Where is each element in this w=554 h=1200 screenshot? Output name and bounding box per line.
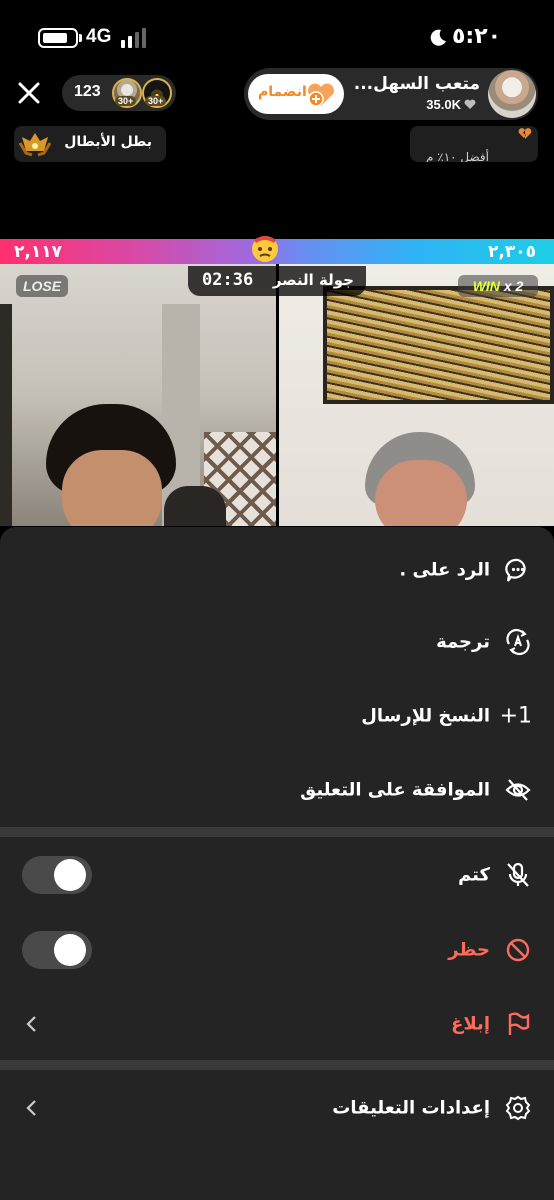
battle-emoji-icon — [252, 236, 278, 262]
network-type: 4G — [86, 26, 112, 47]
win-label: WIN x 2 — [458, 275, 538, 297]
viewer-level-badge: 30+ — [145, 96, 167, 106]
translate-icon — [504, 628, 532, 656]
score-left: ٢,١١٧ — [14, 242, 62, 262]
host-name: متعب السهل... — [353, 74, 480, 94]
champion-badge[interactable]: بطل الأبطال — [14, 126, 166, 162]
report-option[interactable]: إبلاغ — [0, 992, 554, 1056]
mic-off-icon — [504, 861, 532, 889]
viewer-count: 123 — [74, 83, 101, 100]
battery-icon — [38, 28, 78, 48]
block-toggle[interactable] — [22, 931, 92, 969]
battle-timer: 02:36 جولة النصر — [188, 266, 366, 296]
viewer-level-badge: 30+ — [115, 96, 137, 106]
clock: ٥:٢٠ — [452, 24, 502, 49]
lose-label: LOSE — [16, 275, 68, 297]
block-icon — [504, 936, 532, 964]
status-bar: 4G ٥:٢٠ — [0, 0, 554, 70]
chat-bubble-icon — [504, 556, 532, 584]
viewer-count-pill[interactable]: 123 30+ 30+ — [62, 75, 176, 111]
join-button[interactable]: انضمام — [248, 74, 344, 114]
host-avatar[interactable] — [488, 70, 536, 118]
mute-option[interactable]: كتم — [0, 843, 554, 907]
host-likes: 35.0K — [426, 97, 476, 112]
block-option[interactable]: حظر — [0, 918, 554, 982]
score-right: ٢,٣٠٥ — [488, 242, 536, 262]
mute-toggle[interactable] — [22, 856, 92, 894]
reply-option[interactable]: الرد على . — [0, 538, 554, 602]
comment-actions-sheet: الرد على . ترجمة +1 النسخ للإرسال المواف… — [0, 527, 554, 1200]
signal-icon — [121, 28, 151, 48]
heart-icon — [464, 99, 476, 109]
heart-plus-icon — [308, 83, 334, 107]
battle-video-right[interactable] — [279, 264, 554, 526]
broken-heart-icon — [518, 128, 532, 139]
battle-video-left[interactable] — [0, 264, 276, 526]
rank-badge[interactable]: أفضل ١٠٪ م — [410, 126, 538, 162]
approve-comment-option[interactable]: الموافقة على التعليق — [0, 758, 554, 822]
flag-icon — [504, 1010, 532, 1038]
plus-one-icon: +1 — [499, 703, 532, 729]
trophy-wings-icon — [18, 133, 52, 157]
moon-icon — [430, 29, 446, 46]
chevron-left-icon — [26, 1100, 36, 1116]
gear-icon — [504, 1094, 532, 1122]
host-info[interactable]: متعب السهل... 35.0K انضمام — [244, 68, 538, 120]
copy-send-option[interactable]: +1 النسخ للإرسال — [0, 684, 554, 748]
close-icon[interactable] — [14, 78, 44, 108]
translate-option[interactable]: ترجمة — [0, 610, 554, 674]
eye-off-icon — [504, 776, 532, 804]
chevron-left-icon — [26, 1016, 36, 1032]
comment-settings-option[interactable]: إعدادات التعليقات — [0, 1076, 554, 1140]
